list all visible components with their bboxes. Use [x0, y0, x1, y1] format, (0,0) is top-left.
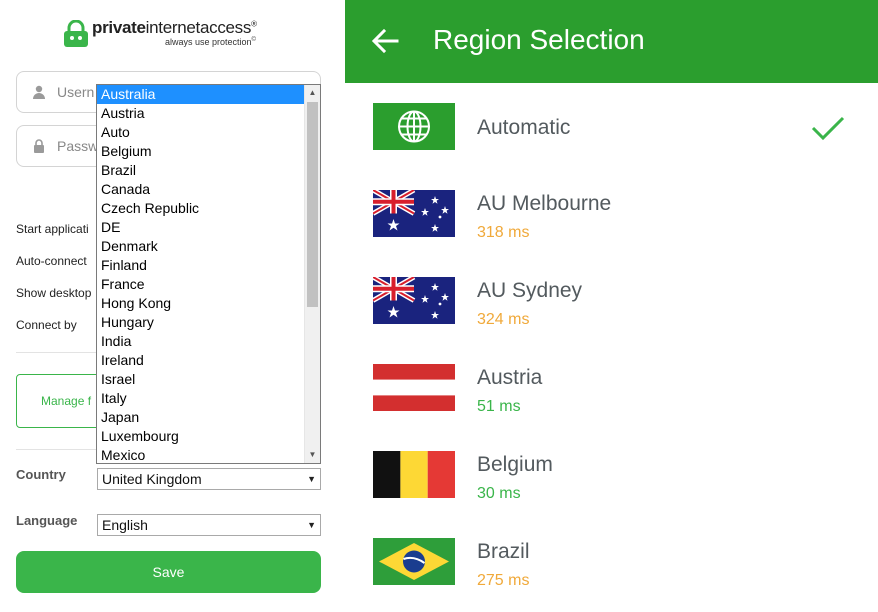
dropdown-option[interactable]: Israel [97, 370, 305, 389]
language-select-value: English [102, 517, 148, 533]
lock-icon [34, 139, 44, 153]
country-dropdown-list[interactable]: Australia Austria Auto Belgium Brazil Ca… [96, 84, 321, 464]
dropdown-option[interactable]: Luxembourg [97, 427, 305, 446]
settings-panel: privateinternetaccess® always use protec… [0, 0, 345, 612]
language-label: Language [16, 513, 78, 528]
option-connect-by: Connect by [16, 318, 77, 332]
australia-flag-icon [373, 190, 455, 237]
dropdown-option[interactable]: Hong Kong [97, 294, 305, 313]
australia-flag-icon [373, 277, 455, 324]
back-arrow-icon[interactable] [371, 28, 399, 54]
region-selection-screen: Region Selection Automatic AU Melbourne … [345, 0, 878, 612]
belgium-flag-icon [373, 451, 455, 498]
region-name: Austria [477, 366, 543, 389]
globe-icon [373, 103, 455, 150]
dropdown-option[interactable]: Belgium [97, 142, 305, 161]
dropdown-arrow-icon: ▼ [307, 520, 316, 530]
austria-flag-icon [373, 364, 455, 411]
ping-value: 324 ms [477, 311, 530, 328]
checkmark-icon [811, 116, 845, 141]
region-name: AU Sydney [477, 279, 583, 302]
region-item-austria[interactable]: Austria 51 ms [345, 364, 878, 444]
country-select[interactable]: United Kingdom ▼ [97, 468, 321, 490]
dropdown-option[interactable]: Mexico [97, 446, 305, 463]
logo-wordmark: privateinternetaccess® [92, 18, 257, 37]
language-select[interactable]: English ▼ [97, 514, 321, 536]
ping-value: 275 ms [477, 572, 530, 589]
region-item-automatic[interactable]: Automatic [345, 103, 878, 183]
dropdown-arrow-icon: ▼ [307, 474, 316, 484]
dropdown-option[interactable]: DE [97, 218, 305, 237]
dropdown-scrollbar[interactable]: ▲ ▼ [304, 85, 320, 463]
dropdown-option[interactable]: France [97, 275, 305, 294]
region-item-au-sydney[interactable]: AU Sydney 324 ms [345, 277, 878, 357]
dropdown-option[interactable]: Brazil [97, 161, 305, 180]
dropdown-option[interactable]: Canada [97, 180, 305, 199]
save-button-label: Save [152, 564, 185, 580]
region-item-brazil[interactable]: Brazil 275 ms [345, 538, 878, 612]
page-title: Region Selection [433, 24, 645, 55]
save-button[interactable]: Save [16, 551, 321, 593]
dropdown-option[interactable]: Hungary [97, 313, 305, 332]
scroll-up-icon[interactable]: ▲ [305, 85, 320, 101]
logo-tagline: always use protection© [165, 37, 256, 47]
option-auto-connect: Auto-connect [16, 254, 87, 268]
ping-value: 318 ms [477, 224, 530, 241]
lock-logo-icon [64, 20, 88, 47]
region-name: Brazil [477, 540, 530, 563]
region-item-au-melbourne[interactable]: AU Melbourne 318 ms [345, 190, 878, 270]
dropdown-option[interactable]: Czech Republic [97, 199, 305, 218]
region-name: AU Melbourne [477, 192, 612, 215]
region-name: Automatic [477, 116, 571, 139]
option-show-desktop: Show desktop [16, 286, 92, 300]
dropdown-option[interactable]: India [97, 332, 305, 351]
ping-value: 30 ms [477, 485, 521, 502]
dropdown-option[interactable]: Australia [97, 85, 305, 104]
manage-button-label: Manage f [41, 394, 92, 408]
ping-value: 51 ms [477, 398, 521, 415]
brazil-flag-icon [373, 538, 455, 585]
dropdown-option[interactable]: Denmark [97, 237, 305, 256]
dropdown-option[interactable]: Finland [97, 256, 305, 275]
scroll-down-icon[interactable]: ▼ [305, 447, 320, 463]
region-name: Belgium [477, 453, 553, 476]
dropdown-option[interactable]: Italy [97, 389, 305, 408]
app-bar: Region Selection [345, 0, 878, 83]
country-select-value: United Kingdom [102, 471, 202, 487]
scrollbar-thumb[interactable] [307, 102, 318, 307]
dropdown-option[interactable]: Auto [97, 123, 305, 142]
region-item-belgium[interactable]: Belgium 30 ms [345, 451, 878, 531]
dropdown-option[interactable]: Austria [97, 104, 305, 123]
dropdown-option[interactable]: Ireland [97, 351, 305, 370]
option-start-application: Start applicati [16, 222, 89, 236]
user-icon [33, 85, 45, 99]
country-label: Country [16, 467, 66, 482]
dropdown-option[interactable]: Japan [97, 408, 305, 427]
